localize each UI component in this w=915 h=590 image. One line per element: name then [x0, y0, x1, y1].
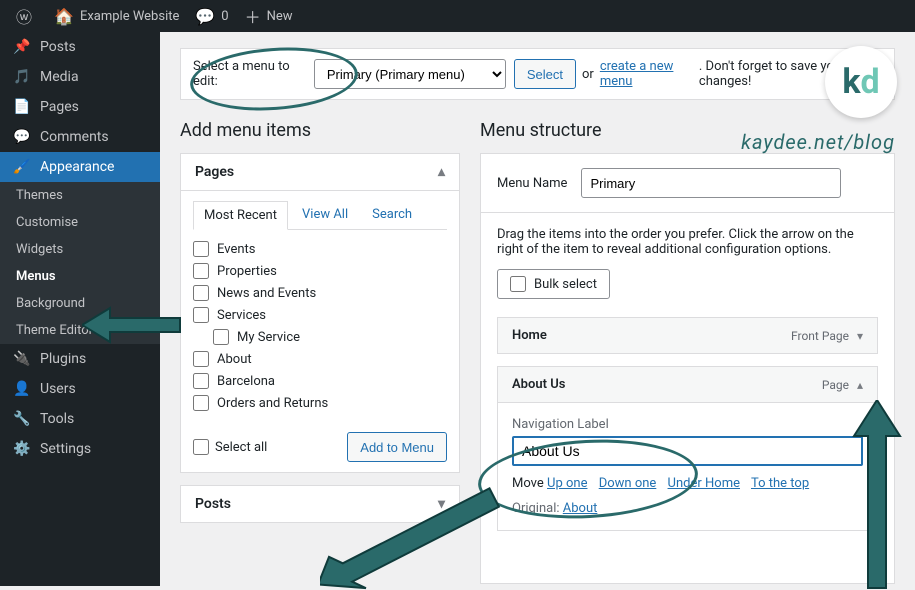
- page-checkbox[interactable]: [193, 373, 209, 389]
- triangle-up-icon: ▴: [438, 164, 445, 180]
- triangle-down-icon[interactable]: ▾: [857, 329, 863, 343]
- page-checklist[interactable]: Events Properties News and Events Servic…: [193, 238, 447, 414]
- triangle-up-icon[interactable]: ▴: [857, 378, 863, 392]
- new-label: New: [267, 9, 293, 24]
- plug-icon: 🔌: [12, 351, 32, 367]
- menu-dropdown[interactable]: Primary (Primary menu): [314, 59, 506, 89]
- site-title: Example Website: [80, 9, 179, 24]
- main-content: Select a menu to edit: Primary (Primary …: [160, 32, 915, 584]
- new-content-link[interactable]: ＋ New: [237, 0, 301, 32]
- user-icon: 👤: [12, 381, 32, 397]
- submenu-themes[interactable]: Themes: [0, 182, 160, 209]
- page-checkbox[interactable]: [193, 395, 209, 411]
- comments-count: 0: [221, 9, 228, 24]
- move-top-link[interactable]: To the top: [751, 476, 809, 491]
- sidebar-item-tools[interactable]: 🔧Tools: [0, 404, 160, 434]
- sidebar-item-users[interactable]: 👤Users: [0, 374, 160, 404]
- wp-logo[interactable]: ⓦ: [8, 0, 46, 32]
- annotation-arrow: [82, 300, 182, 350]
- instructions-text: Drag the items into the order you prefer…: [497, 227, 878, 257]
- wp-logo-icon: ⓦ: [16, 4, 32, 28]
- create-menu-link[interactable]: create a new menu: [600, 59, 699, 89]
- menu-name-input[interactable]: [581, 168, 841, 198]
- move-row: Move Up one Down one Under Home To the t…: [512, 476, 863, 491]
- wrench-icon: 🔧: [12, 411, 32, 427]
- sidebar-item-comments[interactable]: 💬Comments: [0, 122, 160, 152]
- page-item[interactable]: News and Events: [193, 282, 443, 304]
- page-checkbox[interactable]: [193, 285, 209, 301]
- move-down-link[interactable]: Down one: [599, 476, 657, 491]
- comment-bubble-icon: 💬: [195, 7, 215, 26]
- admin-bar: ⓦ 🏠Example Website 💬0 ＋New: [0, 0, 915, 32]
- page-checkbox[interactable]: [213, 329, 229, 345]
- page-item[interactable]: Events: [193, 238, 443, 260]
- add-to-menu-button[interactable]: Add to Menu: [347, 432, 447, 462]
- sidebar-item-settings[interactable]: ⚙️Settings: [0, 434, 160, 464]
- home-icon: 🏠: [54, 7, 74, 26]
- nav-label-label: Navigation Label: [512, 417, 863, 432]
- select-all-checkbox[interactable]: Select all: [193, 439, 267, 455]
- annotation-arrow: [320, 470, 520, 590]
- menu-item-type: Page▴: [822, 378, 863, 392]
- brush-icon: 🖌️: [12, 159, 32, 175]
- tab-search[interactable]: Search: [362, 201, 422, 229]
- settings-icon: ⚙️: [12, 441, 32, 457]
- page-checkbox[interactable]: [193, 241, 209, 257]
- sidebar-item-appearance[interactable]: 🖌️Appearance: [0, 152, 160, 182]
- page-checkbox[interactable]: [193, 307, 209, 323]
- select-menu-label: Select a menu to edit:: [193, 59, 306, 89]
- add-items-heading: Add menu items: [180, 120, 460, 141]
- sidebar-item-posts[interactable]: 📌Posts: [0, 32, 160, 62]
- menu-structure-column: Menu structure Menu Name Drag the items …: [480, 120, 895, 584]
- page-item[interactable]: Services: [193, 304, 443, 326]
- menu-name-row: Menu Name: [480, 153, 895, 213]
- select-button[interactable]: Select: [514, 59, 576, 89]
- page-item[interactable]: Properties: [193, 260, 443, 282]
- submenu-widgets[interactable]: Widgets: [0, 236, 160, 263]
- menu-item-settings: Navigation Label Move Up one Down one Un…: [497, 403, 878, 531]
- page-item[interactable]: My Service: [193, 326, 443, 348]
- page-checkbox[interactable]: [193, 351, 209, 367]
- menu-item-title: About Us: [512, 377, 565, 392]
- menu-structure-body: Drag the items into the order you prefer…: [480, 213, 895, 584]
- menu-item-type: Front Page▾: [791, 329, 863, 343]
- menu-item-about-us[interactable]: About Us Page▴: [497, 366, 878, 403]
- comment-icon: 💬: [12, 129, 32, 145]
- page-item[interactable]: About: [193, 348, 443, 370]
- comments-link[interactable]: 💬0: [187, 0, 236, 32]
- menu-select-bar: Select a menu to edit: Primary (Primary …: [180, 48, 895, 100]
- or-text: or: [582, 67, 594, 82]
- menu-name-label: Menu Name: [497, 176, 567, 191]
- submenu-customise[interactable]: Customise: [0, 209, 160, 236]
- original-link[interactable]: About: [563, 501, 598, 516]
- tab-most-recent[interactable]: Most Recent: [193, 201, 288, 230]
- tab-view-all[interactable]: View All: [292, 201, 358, 229]
- pin-icon: 📌: [12, 39, 32, 55]
- bulk-select-toggle[interactable]: Bulk select: [497, 269, 610, 299]
- submenu-menus[interactable]: Menus: [0, 263, 160, 290]
- sidebar-item-pages[interactable]: 📄Pages: [0, 92, 160, 122]
- move-under-link[interactable]: Under Home: [668, 476, 740, 491]
- watermark-text: kaydee.net/blog: [741, 130, 895, 154]
- menu-item-title: Home: [512, 328, 547, 343]
- annotation-arrow: [842, 400, 912, 590]
- page-item[interactable]: Barcelona: [193, 370, 443, 392]
- pages-tabs: Most Recent View All Search: [193, 201, 447, 230]
- plus-icon: ＋: [245, 4, 261, 28]
- pages-accordion: Pages ▴ Most Recent View All Search Even…: [180, 153, 460, 473]
- menu-item-home[interactable]: Home Front Page▾: [497, 317, 878, 354]
- nav-label-input[interactable]: [512, 436, 863, 466]
- page-checkbox[interactable]: [193, 263, 209, 279]
- page-item[interactable]: Orders and Returns: [193, 392, 443, 414]
- page-icon: 📄: [12, 99, 32, 115]
- original-row: Original: About: [512, 501, 863, 516]
- pages-accordion-header[interactable]: Pages ▴: [181, 154, 459, 191]
- site-home-link[interactable]: 🏠 Example Website: [46, 0, 187, 32]
- move-up-link[interactable]: Up one: [547, 476, 587, 491]
- sidebar-item-media[interactable]: 🎵Media: [0, 62, 160, 92]
- media-icon: 🎵: [12, 69, 32, 85]
- bulk-select-checkbox[interactable]: [510, 276, 526, 292]
- kd-logo-badge: kd: [825, 46, 897, 118]
